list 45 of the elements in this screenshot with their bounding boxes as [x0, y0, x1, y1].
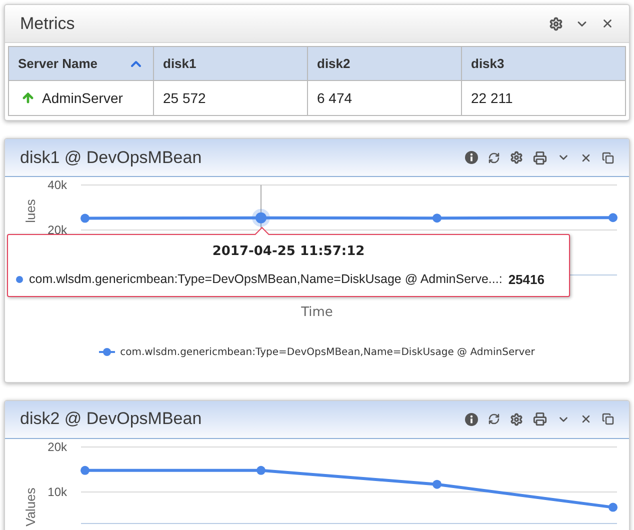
y-axis-title: Values: [23, 487, 38, 526]
y-axis-title: lues: [23, 199, 38, 223]
table-cell: AdminServer: [9, 81, 153, 115]
data-point[interactable]: [80, 214, 90, 223]
x-axis-title: Time: [301, 304, 333, 322]
info-icon[interactable]: [465, 412, 478, 426]
panel-title: disk2 @ DevOpsMBean: [20, 408, 202, 430]
data-point[interactable]: [608, 213, 618, 222]
y-tick-label: 10k: [48, 484, 67, 498]
tooltip-series: com.wlsdm.genericmbean:Type=DevOpsMBean,Name=DiskUsage @ AdminServe...:: [29, 270, 502, 288]
maximize-icon[interactable]: [602, 413, 614, 425]
refresh-icon[interactable]: [488, 152, 500, 164]
data-point[interactable]: [608, 502, 618, 512]
table-cell: 6 474: [307, 81, 461, 115]
y-tick-label: 20k: [48, 440, 67, 454]
settings-icon[interactable]: [549, 16, 563, 30]
settings-icon[interactable]: [510, 151, 523, 164]
tooltip-time: 2017-04-25 11:57:12: [212, 243, 365, 261]
legend-item[interactable]: com.wlsdm.genericmbean:Type=DevOpsMBean,Name=DiskUsage @ AdminServer: [120, 344, 535, 360]
close-icon[interactable]: [601, 17, 614, 30]
column-header[interactable]: disk3: [461, 47, 625, 80]
print-icon[interactable]: [533, 412, 547, 426]
table-cell: 22 211: [461, 81, 625, 115]
data-point[interactable]: [80, 465, 90, 474]
legend-marker-icon: [99, 348, 116, 356]
panel-title: disk1 @ DevOpsMBean: [20, 146, 202, 169]
data-point[interactable]: [432, 214, 442, 223]
y-tick-label: 20k: [48, 223, 67, 237]
refresh-icon[interactable]: [488, 413, 500, 425]
print-icon[interactable]: [533, 150, 547, 164]
column-header[interactable]: disk1: [153, 47, 307, 80]
hovered-point[interactable]: [252, 208, 270, 227]
data-point[interactable]: [256, 465, 266, 474]
close-icon[interactable]: [580, 152, 592, 164]
close-icon[interactable]: [580, 413, 592, 425]
settings-icon[interactable]: [510, 412, 523, 426]
column-header[interactable]: disk2: [307, 47, 461, 80]
table-cell: 25 572: [153, 81, 307, 115]
column-header[interactable]: Server Name: [9, 47, 153, 80]
tooltip-value: 25416: [508, 270, 544, 288]
panel-title: Metrics: [20, 12, 75, 35]
info-icon[interactable]: [465, 151, 478, 164]
data-point[interactable]: [432, 479, 442, 488]
maximize-icon[interactable]: [602, 152, 614, 164]
y-tick-label: 40k: [48, 178, 67, 192]
